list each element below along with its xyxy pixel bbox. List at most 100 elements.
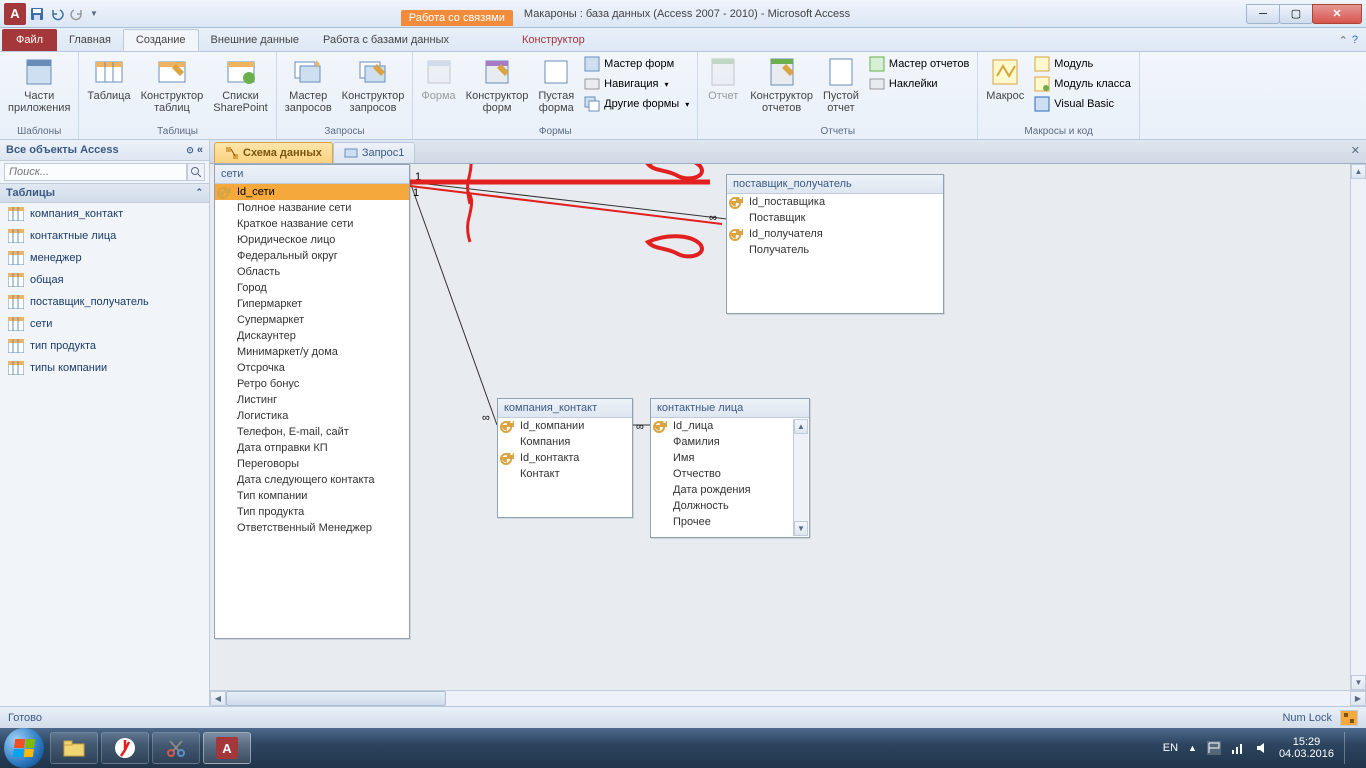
tab-file[interactable]: Файл — [2, 29, 57, 51]
tab-create[interactable]: Создание — [123, 29, 199, 51]
maximize-button[interactable]: ▢ — [1279, 4, 1313, 24]
table-title[interactable]: сети — [215, 165, 409, 184]
doctab-schema[interactable]: Схема данных — [214, 142, 333, 163]
tab-context-design[interactable]: Конструктор — [510, 29, 597, 51]
nav-item[interactable]: поставщик_получатель — [0, 291, 209, 313]
btn-query-design[interactable]: Конструкторзапросов — [338, 54, 409, 116]
nav-item[interactable]: компания_контакт — [0, 203, 209, 225]
collapse-icon[interactable]: ⌃ — [195, 187, 203, 199]
show-desktop-button[interactable] — [1344, 732, 1354, 764]
field-row[interactable]: Переговоры — [215, 456, 409, 472]
taskbar-access[interactable]: A — [203, 732, 251, 764]
field-row[interactable]: Поставщик — [727, 210, 943, 226]
scroll-down-icon[interactable]: ▼ — [1351, 675, 1366, 690]
field-row[interactable]: Минимаркет/у дома — [215, 344, 409, 360]
btn-form-wizard[interactable]: Мастер форм — [580, 54, 693, 74]
nav-item[interactable]: контактные лица — [0, 225, 209, 247]
scroll-left-icon[interactable]: ◀ — [210, 691, 226, 706]
nav-collapse-icon[interactable]: « — [197, 144, 203, 156]
scroll-right-icon[interactable]: ▶ — [1350, 691, 1366, 706]
view-buttons[interactable] — [1340, 710, 1358, 726]
field-row[interactable]: Дата отправки КП — [215, 440, 409, 456]
table-window-komp[interactable]: компания_контакт Id_компанииКомпанияId_к… — [497, 398, 633, 518]
btn-more-forms[interactable]: Другие формы▾ — [580, 94, 693, 114]
table-window-post[interactable]: поставщик_получатель Id_поставщикаПостав… — [726, 174, 944, 314]
field-row[interactable]: Отчество — [651, 466, 794, 482]
field-row[interactable]: Отсрочка — [215, 360, 409, 376]
field-row[interactable]: Юридическое лицо — [215, 232, 409, 248]
field-row[interactable]: Id_контакта — [498, 450, 632, 466]
ribbon-help[interactable]: ⌃? — [1331, 30, 1366, 51]
field-row[interactable]: Дата следующего контакта — [215, 472, 409, 488]
canvas-vscroll[interactable]: ▲ ▼ — [1350, 164, 1366, 690]
field-row[interactable]: Id_сети — [215, 184, 409, 200]
tray-network-icon[interactable] — [1231, 741, 1245, 755]
btn-macro[interactable]: Макрос — [982, 54, 1028, 104]
minimize-ribbon-icon[interactable]: ⌃ — [1339, 34, 1348, 47]
field-row[interactable]: Супермаркет — [215, 312, 409, 328]
table-window-seti[interactable]: сети Id_сетиПолное название сетиКраткое … — [214, 164, 410, 639]
tab-external[interactable]: Внешние данные — [199, 29, 311, 51]
field-row[interactable]: Имя — [651, 450, 794, 466]
field-row[interactable]: Получатель — [727, 242, 943, 258]
search-icon[interactable] — [187, 163, 205, 181]
table-title[interactable]: поставщик_получатель — [727, 175, 943, 194]
btn-form-design[interactable]: Конструкторформ — [462, 54, 533, 116]
tray-volume-icon[interactable] — [1255, 741, 1269, 755]
btn-vba[interactable]: Visual Basic — [1030, 94, 1135, 114]
field-row[interactable]: Дискаунтер — [215, 328, 409, 344]
field-row[interactable]: Телефон, E-mail, сайт — [215, 424, 409, 440]
taskbar-yandex[interactable] — [101, 732, 149, 764]
search-input[interactable] — [4, 163, 187, 181]
field-row[interactable]: Прочее — [651, 514, 794, 530]
field-row[interactable]: Должность — [651, 498, 794, 514]
nav-group-tables[interactable]: Таблицы⌃ — [0, 184, 209, 203]
scroll-thumb[interactable] — [226, 691, 446, 706]
taskbar-explorer[interactable] — [50, 732, 98, 764]
field-row[interactable]: Тип продукта — [215, 504, 409, 520]
btn-sharepoint[interactable]: СпискиSharePoint — [209, 54, 271, 116]
tab-dbtools[interactable]: Работа с базами данных — [311, 29, 461, 51]
table-title[interactable]: компания_контакт — [498, 399, 632, 418]
start-button[interactable] — [4, 728, 44, 768]
field-row[interactable]: Краткое название сети — [215, 216, 409, 232]
tray-flag-icon[interactable] — [1207, 741, 1221, 755]
field-row[interactable]: Дата рождения — [651, 482, 794, 498]
doctab-query1[interactable]: Запрос1 — [333, 142, 416, 163]
nav-item[interactable]: сети — [0, 313, 209, 335]
field-row[interactable]: Фамилия — [651, 434, 794, 450]
btn-app-parts[interactable]: Частиприложения — [4, 54, 74, 116]
btn-report-design[interactable]: Конструкторотчетов — [746, 54, 817, 116]
tab-home[interactable]: Главная — [57, 29, 123, 51]
nav-item[interactable]: тип продукта — [0, 335, 209, 357]
btn-class-module[interactable]: Модуль класса — [1030, 74, 1135, 94]
nav-dropdown-icon[interactable]: ⊙ — [186, 145, 194, 155]
field-row[interactable]: Id_получателя — [727, 226, 943, 242]
nav-item[interactable]: менеджер — [0, 247, 209, 269]
field-row[interactable]: Город — [215, 280, 409, 296]
scroll-up-icon[interactable]: ▲ — [794, 419, 808, 434]
vscrollbar[interactable]: ▲ ▼ — [793, 419, 808, 536]
field-row[interactable]: Листинг — [215, 392, 409, 408]
btn-query-wizard[interactable]: Мастерзапросов — [281, 54, 336, 116]
btn-blank-report[interactable]: Пустойотчет — [819, 54, 863, 116]
table-window-kont[interactable]: контактные лица Id_лицаФамилияИмяОтчеств… — [650, 398, 810, 538]
minimize-button[interactable]: ─ — [1246, 4, 1280, 24]
help-icon[interactable]: ? — [1352, 34, 1358, 47]
field-row[interactable]: Тип компании — [215, 488, 409, 504]
canvas-hscroll[interactable]: ◀ ▶ — [210, 690, 1366, 706]
field-row[interactable]: Контакт — [498, 466, 632, 482]
field-row[interactable]: Гипермаркет — [215, 296, 409, 312]
field-row[interactable]: Id_компании — [498, 418, 632, 434]
field-row[interactable]: Ответственный Менеджер — [215, 520, 409, 536]
tray-show-hidden-icon[interactable]: ▲ — [1188, 743, 1197, 753]
field-row[interactable]: Полное название сети — [215, 200, 409, 216]
field-row[interactable]: Федеральный округ — [215, 248, 409, 264]
scroll-down-icon[interactable]: ▼ — [794, 521, 808, 536]
btn-module[interactable]: Модуль — [1030, 54, 1135, 74]
nav-item[interactable]: общая — [0, 269, 209, 291]
field-row[interactable]: Ретро бонус — [215, 376, 409, 392]
field-row[interactable]: Компания — [498, 434, 632, 450]
field-row[interactable]: Id_лица — [651, 418, 794, 434]
scroll-up-icon[interactable]: ▲ — [1351, 164, 1366, 179]
